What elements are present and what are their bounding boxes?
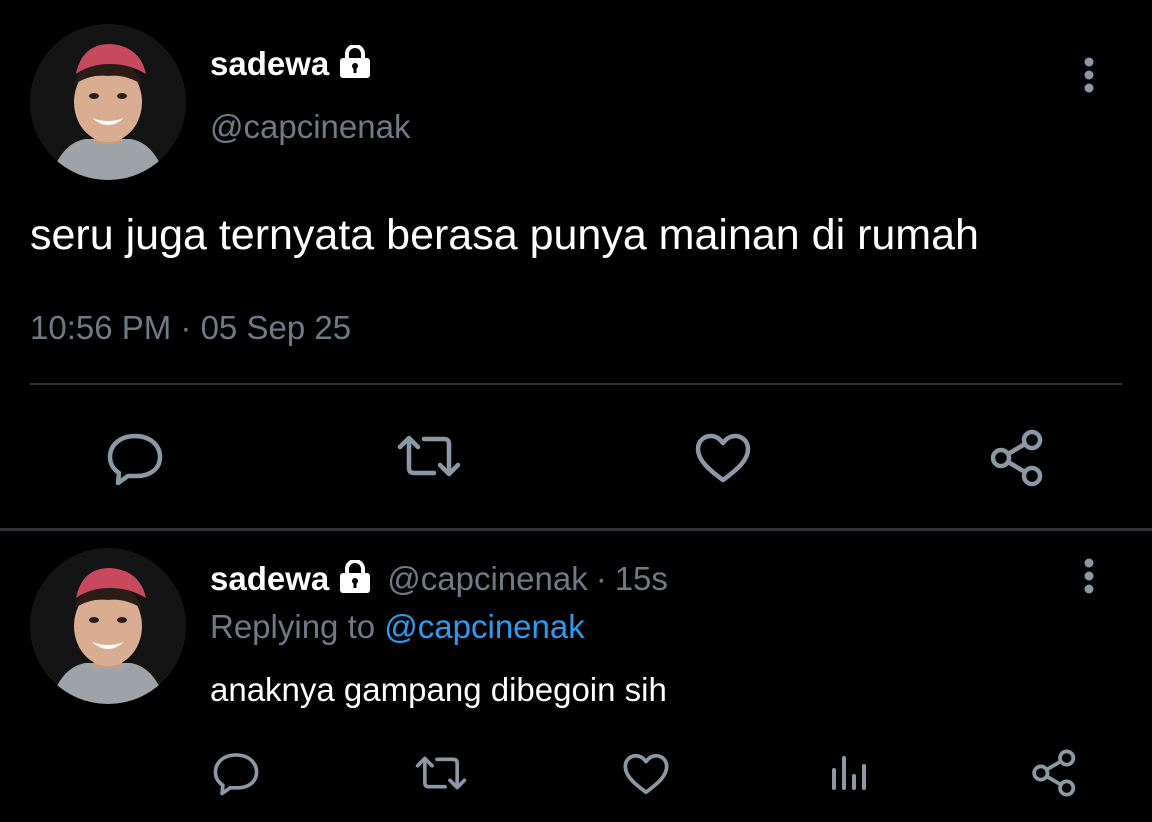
replying-prefix: Replying to bbox=[210, 608, 376, 645]
share-icon[interactable] bbox=[1030, 748, 1080, 798]
reply-icon[interactable] bbox=[212, 750, 260, 796]
display-name[interactable]: sadewa bbox=[210, 560, 329, 598]
tweet-text: seru juga ternyata berasa punya mainan d… bbox=[30, 211, 979, 259]
display-name[interactable]: sadewa bbox=[210, 45, 329, 83]
user-handle[interactable]: @capcinenak bbox=[210, 108, 410, 146]
divider bbox=[30, 383, 1122, 385]
lock-icon bbox=[337, 43, 373, 84]
tweet-time-ago: 15s bbox=[614, 560, 668, 597]
replying-to: Replying to @capcinenak bbox=[210, 608, 585, 646]
reply-header: sadewa @capcinenak · 15s bbox=[210, 558, 668, 599]
lock-icon bbox=[337, 558, 373, 599]
more-vertical-icon[interactable] bbox=[1078, 56, 1100, 96]
like-icon[interactable] bbox=[694, 432, 752, 484]
like-icon[interactable] bbox=[622, 752, 670, 796]
share-icon[interactable] bbox=[988, 428, 1048, 488]
user-handle[interactable]: @capcinenak bbox=[387, 560, 587, 598]
more-vertical-icon[interactable] bbox=[1078, 557, 1100, 597]
retweet-icon[interactable] bbox=[414, 752, 468, 794]
avatar[interactable] bbox=[30, 548, 186, 704]
retweet-icon[interactable] bbox=[396, 430, 462, 482]
reply-icon[interactable] bbox=[106, 430, 164, 486]
user-name-row: sadewa bbox=[210, 43, 373, 84]
replying-handle-link[interactable]: @capcinenak bbox=[384, 608, 584, 645]
analytics-icon[interactable] bbox=[828, 752, 870, 792]
tweet-text: anaknya gampang dibegoin sih bbox=[210, 671, 667, 708]
avatar[interactable] bbox=[30, 24, 186, 180]
tweet-timestamp: 10:56 PM · 05 Sep 25 bbox=[30, 309, 352, 346]
meta-separator: · bbox=[595, 560, 607, 597]
section-divider bbox=[0, 528, 1152, 531]
